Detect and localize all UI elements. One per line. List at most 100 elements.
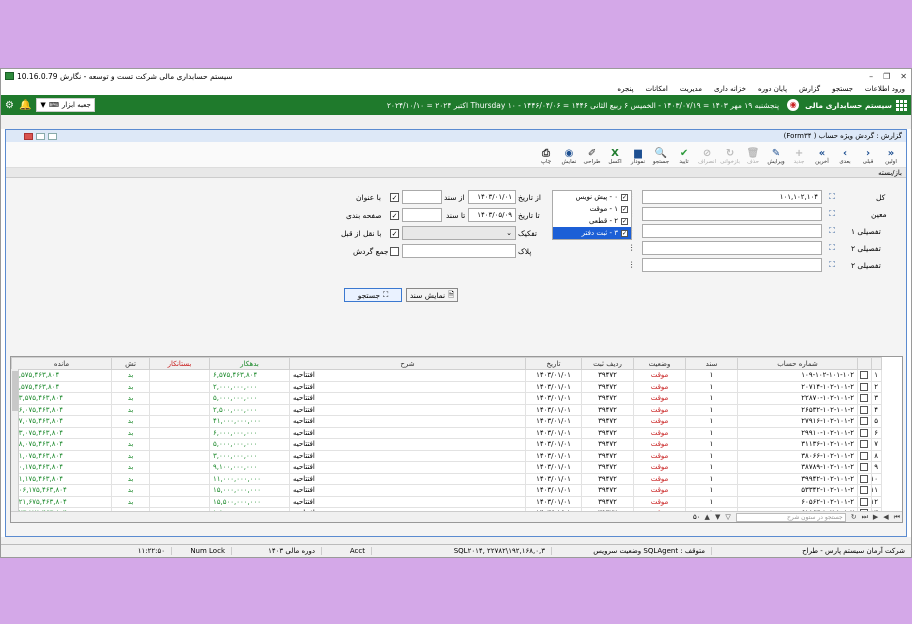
table-row[interactable]: ۴ ۲۶۵۳۲-۱۰۲-۱۰۱-۲ ۱ موقت ۳۹۴۷۲ ۱۴۰۳/۰۱/۰۱ افتت… [11, 403, 882, 416]
prev-page-icon[interactable]: ◀ [883, 513, 888, 522]
menu-item[interactable]: جستجو [832, 85, 853, 93]
column-header[interactable]: بدهکار [209, 357, 290, 370]
status-option[interactable]: ✓ ۰ - پیش نویس [553, 191, 631, 203]
sort-up-icon[interactable]: ▲ [705, 513, 710, 522]
column-header[interactable]: شرح [289, 357, 526, 370]
toolbar-button[interactable]: › بعدی [834, 147, 856, 166]
status-option-checkbox[interactable]: ✓ [621, 193, 628, 201]
table-row[interactable]: ۱۱ ۵۳۳۴۲-۱۰۲-۱۰۱-۲۱موقت۳۹۴۷۲۱۴۰۳/۰۱/۰۱افت… [11, 484, 882, 497]
toolbar-button[interactable]: ‹ قبلی [857, 147, 879, 166]
row-checkbox[interactable] [860, 497, 868, 506]
column-header[interactable]: تش [111, 357, 150, 370]
table-row[interactable]: ۶ ۲۹۹۱۰-۱۰۲-۱۰۱-۲ ۱ موقت ۳۹۴۷۲ ۱۴۰۳/۰۱/۰۱ افتت… [11, 426, 882, 439]
form-minimize-button[interactable] [48, 132, 57, 140]
grid-search-input[interactable]: جستجو در ستون شرح [735, 512, 846, 522]
toolbar-button[interactable]: X اکسل [604, 147, 626, 166]
table-row[interactable]: ۷ ۳۱۱۳۶-۱۰۲-۱۰۱-۲ ۱ موقت ۳۹۴۷۲ ۱۴۰۳/۰۱/۰۱ افتت… [11, 438, 882, 451]
tafsili3-lookup-icon[interactable]: ⛶ [826, 258, 838, 272]
menu-item[interactable]: خزانه داری [714, 85, 746, 93]
column-header[interactable]: بستانکار [149, 357, 210, 370]
row-checkbox[interactable] [860, 486, 868, 495]
row-checkbox[interactable] [860, 394, 868, 403]
toolbar-button[interactable]: ⊘ انصراف [696, 147, 718, 166]
table-row[interactable]: ۵ ۲۷۹۱۶-۱۰۲-۱۰۱-۲ ۱ موقت ۳۹۴۷۲ ۱۴۰۳/۰۱/۰۱ افتت… [11, 415, 882, 428]
form-close-button[interactable] [24, 132, 33, 140]
row-select-cell[interactable] [857, 484, 872, 497]
row-checkbox[interactable] [860, 440, 868, 449]
menu-item[interactable]: امکانات [646, 85, 668, 93]
to-doc-input[interactable] [402, 208, 442, 222]
status-option-checkbox[interactable]: ✓ [621, 217, 628, 225]
row-select-cell[interactable] [857, 461, 872, 474]
toolbar-button[interactable]: ✐ طراحی [581, 147, 603, 166]
toolbar-button[interactable]: ↻ بازخوانی [719, 147, 741, 166]
tafsili3-select-icon[interactable]: ⋮ [628, 260, 636, 269]
page-break-checkbox[interactable]: ✓ [390, 211, 399, 220]
row-select-cell[interactable] [857, 449, 872, 462]
toolbar-button[interactable]: ▆ نمودار [627, 147, 649, 166]
table-row[interactable]: ۱ ۱۰۹-۱۰۲-۱۰۱-۱۰۲ ۱ موقت ۳۹۴۷۲ ۱۴۰۳/۰۱/۰۱ افتت… [11, 369, 882, 382]
row-select-cell[interactable] [857, 438, 872, 451]
search-button[interactable]: جستجو ⛶ [344, 288, 402, 302]
first-page-icon[interactable]: ⏮ [894, 513, 900, 522]
toolbar-button[interactable]: ⎙ چاپ [535, 147, 557, 166]
toolbar-button[interactable]: ✔ تایید [673, 147, 695, 166]
maximize-button[interactable]: ❐ [883, 72, 890, 81]
row-checkbox[interactable] [860, 451, 868, 460]
pelak-input[interactable] [402, 244, 516, 258]
column-header[interactable]: ردیف ثبت [581, 357, 634, 370]
toolbar-button[interactable]: ✎ ویرایش [765, 147, 787, 166]
settings-gear-icon[interactable]: ⚙ [5, 100, 14, 111]
table-row[interactable]: ۱۲ ۶۰۵۶۲-۱۰۲-۱۰۱-۲۱موقت۳۹۴۷۲۱۴۰۳/۰۱/۰۱افت… [11, 495, 882, 508]
to-date-input[interactable]: ۱۴۰۳/۰۵/۰۹ [468, 208, 516, 222]
menu-item[interactable]: مدیریت [680, 85, 702, 93]
filter-section-toggle[interactable]: باز/بسته [6, 168, 906, 178]
menu-item[interactable]: گزارش [799, 85, 820, 93]
kol-input[interactable]: ۱۰۱,۱۰۲,۱۰۴ [642, 190, 822, 204]
tafsili1-lookup-icon[interactable]: ⛶ [826, 224, 838, 238]
total-turnover-checkbox[interactable] [390, 247, 399, 256]
close-button[interactable]: ✕ [900, 72, 907, 81]
tafsili3-input[interactable] [642, 258, 822, 272]
menu-item[interactable]: پنجره [617, 85, 633, 93]
tafkik-select[interactable]: ⌄ [402, 226, 516, 240]
row-select-cell[interactable] [857, 392, 872, 405]
status-option[interactable]: ✓ ۱ - موقت [553, 203, 631, 215]
toolbar-button[interactable]: » آخرین [811, 147, 833, 166]
minimize-button[interactable]: – [869, 72, 873, 81]
row-select-cell[interactable] [857, 415, 872, 428]
status-option[interactable]: ✓ ۳ - ثبت دفتر [553, 227, 631, 239]
grid-vertical-scrollbar[interactable] [11, 369, 19, 512]
notification-bell-icon[interactable]: 🔔 [19, 100, 31, 111]
row-select-cell[interactable] [857, 472, 872, 485]
tafsili2-select-icon[interactable]: ⋮ [628, 243, 636, 252]
carry-forward-checkbox[interactable]: ✓ [390, 229, 399, 238]
toolbar-button[interactable]: ◉ نمایش [558, 147, 580, 166]
row-select-cell[interactable] [857, 495, 872, 508]
row-checkbox[interactable] [860, 405, 868, 414]
toolbar-button[interactable]: 🗑 حذف [742, 147, 764, 166]
menu-item[interactable]: پایان دوره [758, 85, 787, 93]
table-row[interactable]: ۹ ۳۸۷۸۹-۱۰۲-۱۰۱-۲ ۱ موقت ۳۹۴۷۲ ۱۴۰۳/۰۱/۰۱ افتت… [11, 461, 882, 474]
row-select-cell[interactable] [857, 426, 872, 439]
column-header[interactable]: مانده [11, 357, 112, 370]
column-header[interactable]: وضعیت [633, 357, 686, 370]
app-grid-icon[interactable] [896, 99, 907, 111]
last-page-icon[interactable]: ⏭ [862, 513, 868, 522]
row-select-cell[interactable] [857, 380, 872, 393]
with-title-checkbox[interactable]: ✓ [390, 193, 399, 202]
row-checkbox[interactable] [860, 463, 868, 472]
tafsili2-lookup-icon[interactable]: ⛶ [826, 241, 838, 255]
moin-lookup-icon[interactable]: ⛶ [826, 207, 838, 221]
row-select-cell[interactable] [857, 369, 872, 382]
column-header[interactable]: شماره حساب [737, 357, 858, 370]
column-header[interactable]: تاریخ [525, 357, 582, 370]
moin-input[interactable] [642, 207, 822, 221]
status-option-checkbox[interactable]: ✓ [621, 205, 628, 213]
row-checkbox[interactable] [860, 474, 868, 483]
row-checkbox[interactable] [860, 417, 868, 426]
table-row[interactable]: ۳ ۲۲۸۷۰-۱۰۲-۱۰۱-۲ ۱ موقت ۳۹۴۷۲ ۱۴۰۳/۰۱/۰۱ افتت… [11, 392, 882, 405]
row-select-cell[interactable] [857, 403, 872, 416]
column-header[interactable]: سند [685, 357, 738, 370]
filter-funnel-icon[interactable]: ▽ [725, 513, 730, 522]
